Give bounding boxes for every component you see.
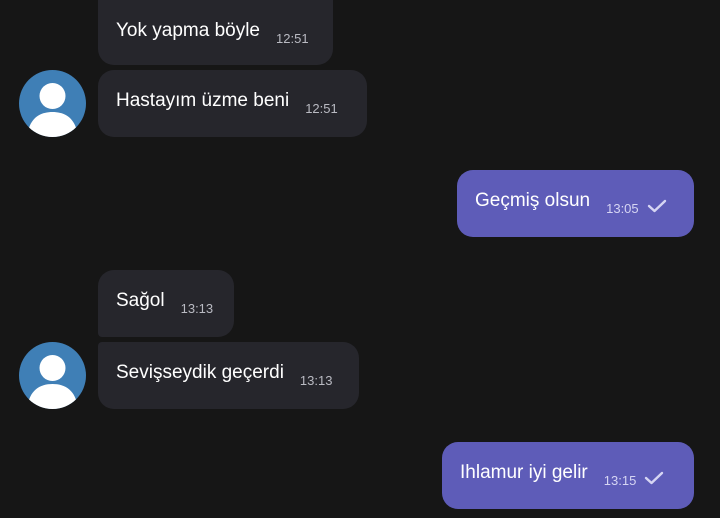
incoming-message-bubble[interactable]: Yok yapma böyle 12:51 [98, 0, 333, 65]
person-icon [27, 83, 78, 137]
message-text: Hastayım üzme beni [116, 89, 290, 111]
message-text: Sağol [116, 289, 165, 311]
message-time: 13:05 [606, 201, 639, 216]
chat-message-list[interactable]: Yok yapma böyle 12:51 Hastayım üzme beni… [0, 0, 720, 518]
incoming-message-bubble[interactable]: Hastayım üzme beni 12:51 [98, 70, 367, 137]
check-icon [647, 199, 667, 218]
incoming-message-bubble[interactable]: Sevişseydik geçerdi 13:13 [98, 342, 359, 409]
message-time: 13:15 [603, 473, 637, 488]
contact-avatar[interactable] [19, 70, 86, 137]
message-time: 13:13 [299, 373, 333, 388]
message-time: 12:51 [305, 101, 338, 116]
outgoing-message-bubble[interactable]: Geçmiş olsun 13:05 [457, 170, 694, 237]
message-text: Ihlamur iyi gelir [460, 461, 588, 483]
message-text: Yok yapma böyle [116, 19, 261, 41]
message-time: 13:13 [180, 301, 214, 316]
incoming-message-bubble[interactable]: Sağol 13:13 [98, 270, 234, 337]
message-text: Sevişseydik geçerdi [116, 361, 284, 383]
contact-avatar[interactable] [19, 342, 86, 409]
person-icon [27, 355, 78, 409]
check-icon [644, 471, 664, 490]
message-text: Geçmiş olsun [475, 189, 591, 211]
outgoing-message-bubble[interactable]: Ihlamur iyi gelir 13:15 [442, 442, 694, 509]
message-time: 12:51 [276, 31, 309, 46]
